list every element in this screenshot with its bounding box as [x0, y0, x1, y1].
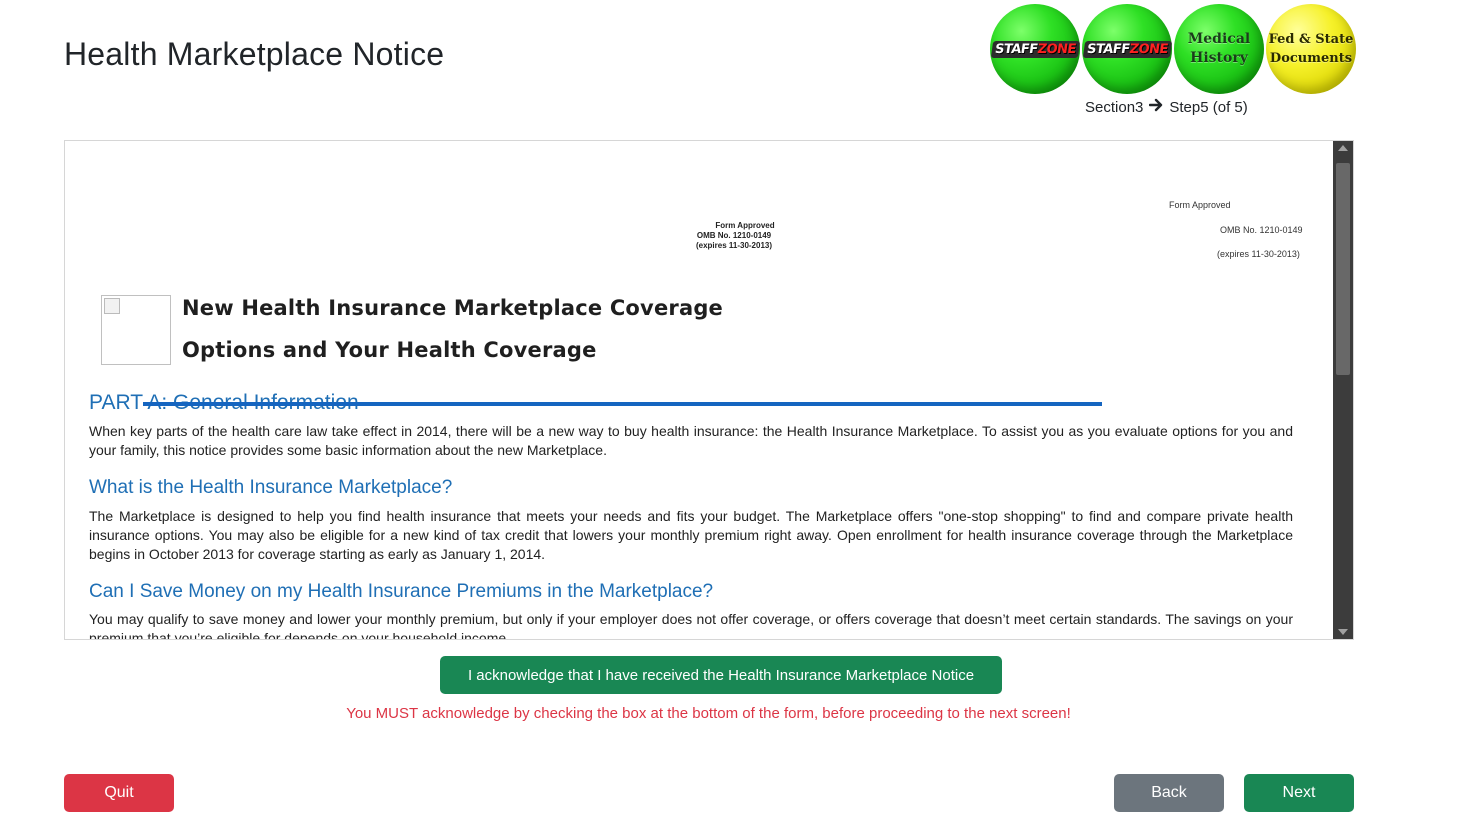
- page-title: Health Marketplace Notice: [64, 36, 445, 72]
- scroll-thumb[interactable]: [1336, 163, 1350, 375]
- medical-history-badge: Medical History: [1174, 4, 1264, 94]
- logo-main-text: STAFF: [993, 41, 1039, 57]
- document-title-line1: New Health Insurance Marketplace Coverag…: [182, 296, 723, 320]
- progress-indicator: Section3 Step5 (of 5): [1085, 98, 1248, 117]
- document-title-line2: Options and Your Health Coverage: [182, 338, 597, 362]
- badge-line2: Documents: [1269, 51, 1353, 66]
- logo-main-text: STAFF: [1085, 41, 1131, 57]
- quit-button[interactable]: Quit: [64, 774, 174, 812]
- omb-number-line: OMB No. 1210-0149: [696, 231, 772, 240]
- step-label: Step5 (of 5): [1169, 99, 1248, 116]
- fed-state-docs-badge: Fed & State Documents: [1266, 4, 1356, 94]
- document-scrollbar[interactable]: [1333, 141, 1353, 639]
- staffzone-badge-1: STAFFZONE: [990, 4, 1080, 94]
- logo-accent-text: ZONE: [1128, 41, 1169, 57]
- scroll-up-icon[interactable]: [1338, 145, 1348, 151]
- staffzone-logo: STAFFZONE: [1082, 40, 1172, 58]
- back-button[interactable]: Back: [1114, 774, 1224, 812]
- notice-document-frame[interactable]: Form Approved OMB No. 1210-0149 (expires…: [64, 140, 1354, 640]
- marketplace-question-heading: What is the Health Insurance Marketplace…: [89, 477, 453, 498]
- form-approved-right: Form Approved: [1169, 200, 1231, 210]
- form-approved-stamp-center: Form Approved OMB No. 1210-0149 (expires…: [625, 221, 825, 251]
- scroll-down-icon[interactable]: [1338, 629, 1348, 635]
- marketplace-paragraph: The Marketplace is designed to help you …: [89, 508, 1293, 562]
- badge-line1: Medical: [1187, 31, 1251, 47]
- broken-image-placeholder: [101, 295, 171, 365]
- badge-line1: Fed & State: [1268, 32, 1354, 47]
- staffzone-logo: STAFFZONE: [990, 40, 1080, 58]
- step-indicator: STAFFZONE STAFFZONE Medical History Fed …: [990, 4, 1356, 96]
- acknowledge-button[interactable]: I acknowledge that I have received the H…: [440, 656, 1002, 694]
- expires-right: (expires 11-30-2013): [1217, 249, 1300, 259]
- badge-line2: History: [1190, 50, 1248, 66]
- medical-history-label: Medical History: [1188, 30, 1250, 68]
- form-approved-line: Form Approved: [715, 221, 775, 230]
- logo-accent-text: ZONE: [1036, 41, 1077, 57]
- section-label: Section3: [1085, 99, 1144, 116]
- notice-document-content: Form Approved OMB No. 1210-0149 (expires…: [65, 141, 1333, 639]
- fed-state-docs-label: Fed & State Documents: [1269, 30, 1354, 68]
- omb-number-right: OMB No. 1210-0149: [1220, 225, 1303, 235]
- save-money-heading: Can I Save Money on my Health Insurance …: [89, 581, 714, 602]
- expires-line: (expires 11-30-2013): [695, 241, 773, 250]
- save-money-paragraph: You may qualify to save money and lower …: [89, 611, 1293, 639]
- intro-paragraph: When key parts of the health care law ta…: [89, 423, 1293, 458]
- heading-rule: [143, 402, 1102, 406]
- arrow-right-icon: [1149, 98, 1163, 117]
- acknowledge-warning: You MUST acknowledge by checking the box…: [346, 705, 1071, 722]
- next-button[interactable]: Next: [1244, 774, 1354, 812]
- staffzone-badge-2: STAFFZONE: [1082, 4, 1172, 94]
